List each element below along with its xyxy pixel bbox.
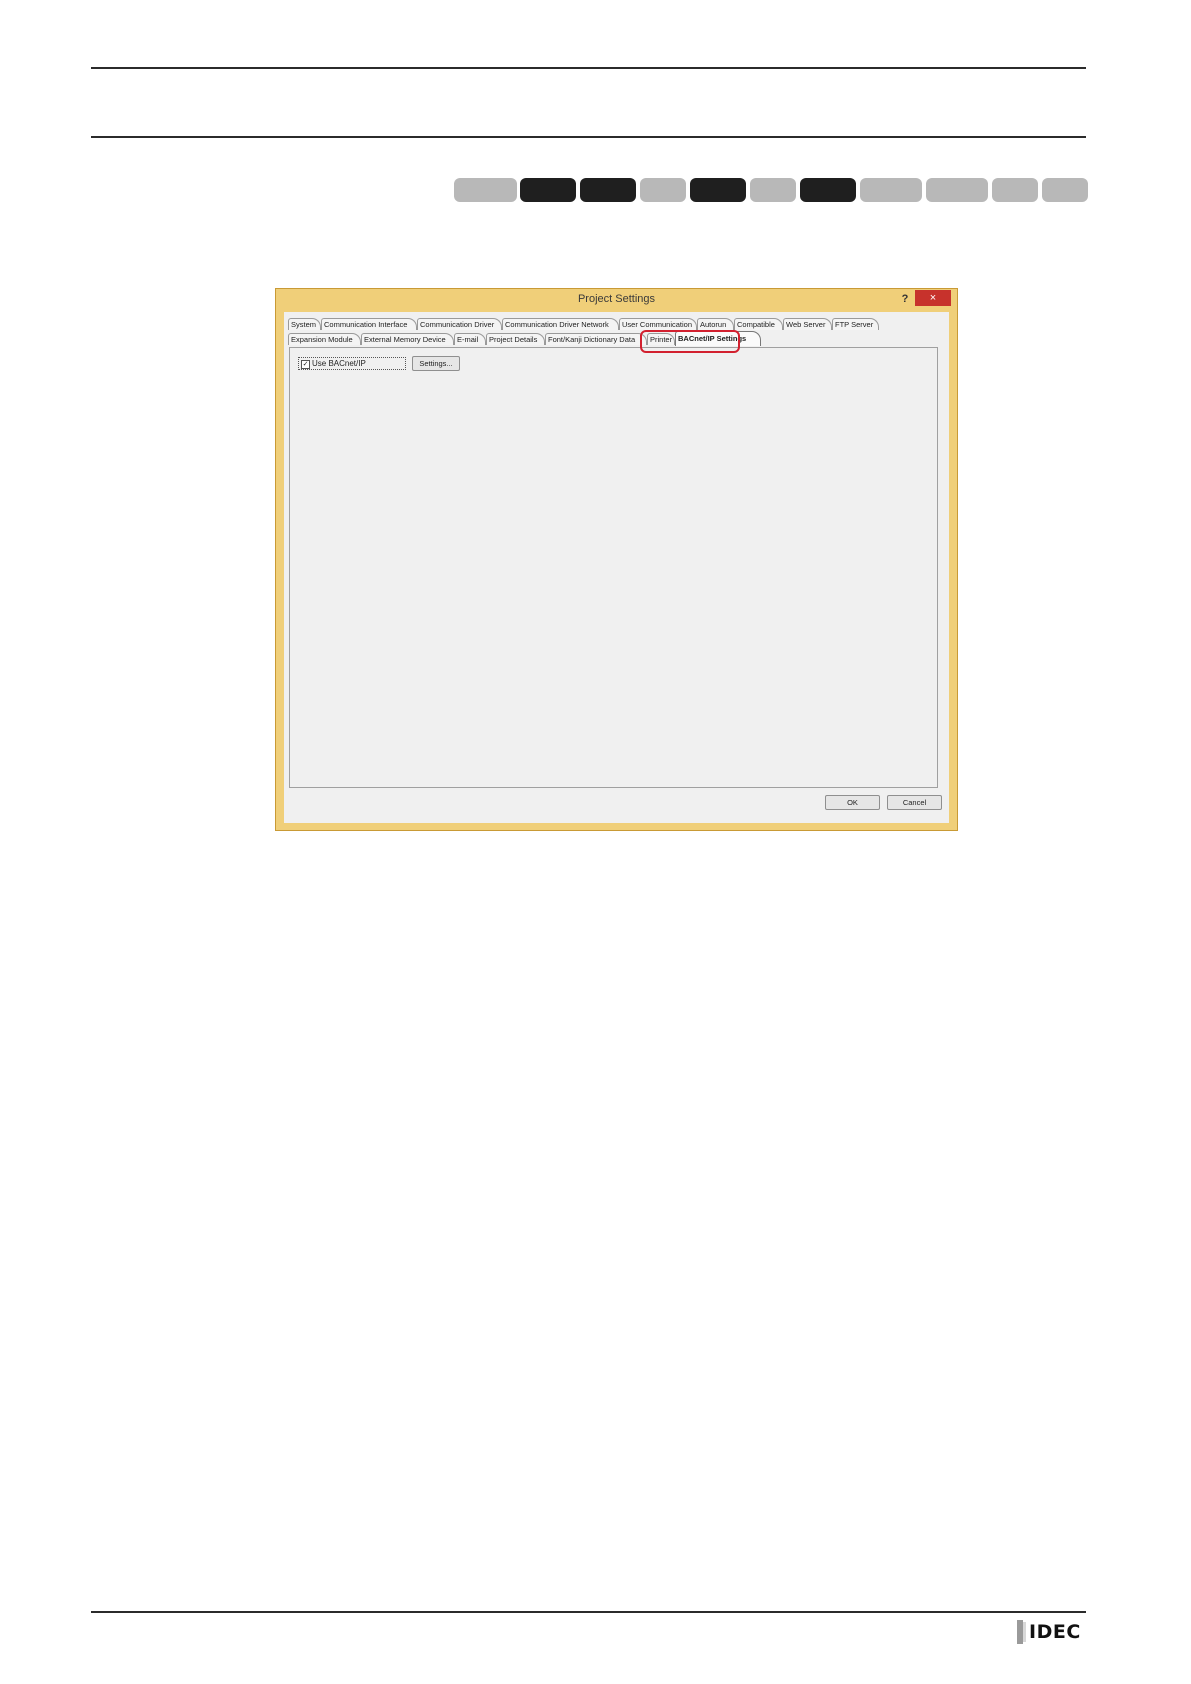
settings-button[interactable]: Settings...	[412, 356, 460, 371]
footer-rule	[91, 1611, 1086, 1613]
close-button[interactable]: ×	[915, 290, 951, 306]
help-button[interactable]: ?	[897, 291, 913, 307]
tab-web-server[interactable]: Web Server	[783, 318, 832, 330]
tab-communication-interface[interactable]: Communication Interface	[321, 318, 417, 330]
model-badge	[860, 178, 922, 202]
tab-compatible[interactable]: Compatible	[734, 318, 783, 330]
model-badge	[454, 178, 517, 202]
tab-autorun[interactable]: Autorun	[697, 318, 734, 330]
tab-communication-driver[interactable]: Communication Driver	[417, 318, 502, 330]
tab-system[interactable]: System	[288, 318, 321, 330]
dialog-client-area: System Communication Interface Communica…	[284, 312, 949, 823]
model-badge	[992, 178, 1038, 202]
idec-logo: IDEC	[1017, 1620, 1087, 1644]
tab-project-details[interactable]: Project Details	[486, 333, 545, 345]
model-badge	[580, 178, 636, 202]
use-bacnet-checkbox-row[interactable]: ✓ Use BACnet/IP	[298, 357, 406, 370]
tab-external-memory-device[interactable]: External Memory Device	[361, 333, 454, 345]
dialog-title: Project Settings	[577, 293, 656, 305]
tab-ftp-server[interactable]: FTP Server	[832, 318, 879, 330]
model-badge	[690, 178, 746, 202]
use-bacnet-label: Use BACnet/IP	[312, 359, 366, 368]
model-badge	[800, 178, 856, 202]
tab-expansion-module[interactable]: Expansion Module	[288, 333, 361, 345]
tab-e-mail[interactable]: E-mail	[454, 333, 486, 345]
model-badge	[1042, 178, 1088, 202]
model-badge	[750, 178, 796, 202]
tab-communication-driver-network[interactable]: Communication Driver Network	[502, 318, 619, 330]
model-badge	[926, 178, 988, 202]
logo-text: IDEC	[1029, 1621, 1081, 1643]
model-badge	[640, 178, 686, 202]
tab-user-communication[interactable]: User Communication	[619, 318, 697, 330]
ok-button[interactable]: OK	[825, 795, 880, 810]
active-tab-highlight	[640, 330, 740, 353]
tab-font-kanji-dictionary-data[interactable]: Font/Kanji Dictionary Data	[545, 333, 647, 345]
use-bacnet-checkbox[interactable]: ✓	[301, 360, 310, 369]
dialog-titlebar[interactable]: Project Settings ? ×	[276, 289, 957, 311]
project-settings-dialog: Project Settings ? × System Communicatio…	[275, 288, 958, 831]
bacnet-settings-panel: ✓ Use BACnet/IP Settings...	[289, 347, 938, 788]
header-rule-top	[91, 67, 1086, 69]
logo-mark-accent	[1023, 1622, 1026, 1642]
header-rule-bottom	[91, 136, 1086, 138]
cancel-button[interactable]: Cancel	[887, 795, 942, 810]
model-badge	[520, 178, 576, 202]
